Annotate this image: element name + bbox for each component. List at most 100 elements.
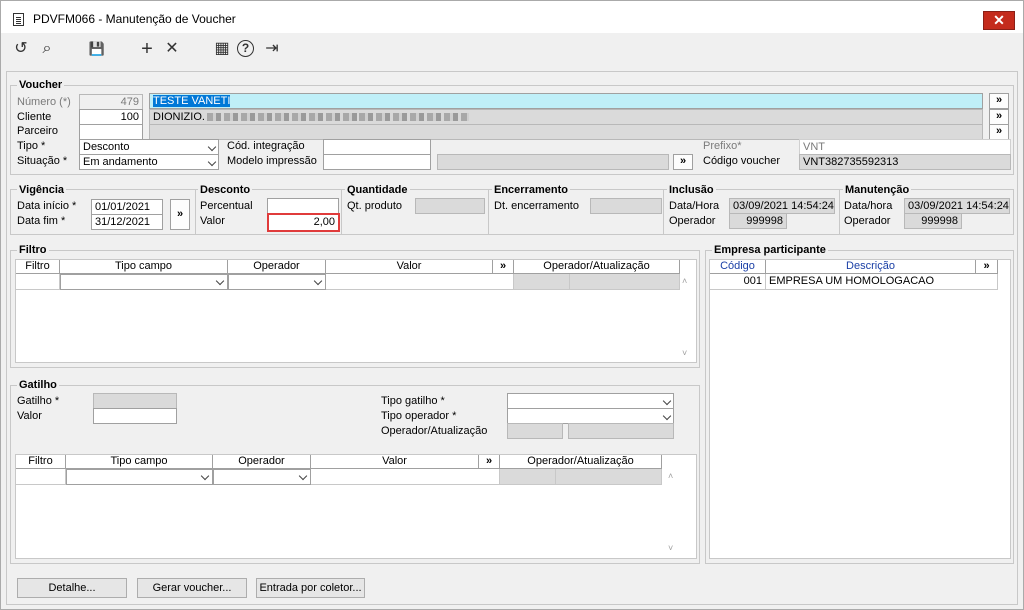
tipo-gatilho-label: Tipo gatilho * bbox=[381, 395, 445, 407]
gatilho-valor-cell[interactable] bbox=[311, 469, 500, 485]
redacted-text bbox=[358, 113, 469, 122]
situacao-select[interactable]: Em andamento bbox=[79, 154, 219, 170]
add-icon[interactable]: + bbox=[137, 39, 157, 59]
divider bbox=[195, 189, 196, 235]
gatilho-tipo-campo-select[interactable] bbox=[66, 469, 213, 485]
divider bbox=[839, 189, 840, 235]
chevron-down-icon bbox=[662, 411, 672, 421]
empresa-row-codigo[interactable]: 001 bbox=[710, 274, 766, 290]
main-panel: Voucher Número (*) 479 TESTE VANETI » Cl… bbox=[6, 71, 1018, 605]
qt-produto-label: Qt. produto bbox=[347, 200, 403, 212]
codigo-voucher-field: VNT382735592313 bbox=[799, 154, 1011, 170]
empresa-title: Empresa participante bbox=[712, 244, 828, 256]
gatilho-valor-field[interactable] bbox=[93, 408, 177, 424]
gatilho-col-filtro[interactable]: Filtro bbox=[16, 455, 66, 469]
filtro-col-valor[interactable]: Valor bbox=[326, 260, 493, 274]
gatilho-col-valor[interactable]: Valor bbox=[311, 455, 479, 469]
search-icon[interactable]: ⌕ bbox=[37, 39, 57, 59]
vigencia-more-button[interactable]: » bbox=[170, 199, 190, 230]
data-inicio-field[interactable]: 01/01/2021 bbox=[91, 199, 163, 215]
prefixo-label: Prefixo* bbox=[703, 140, 742, 152]
cliente-lookup-button[interactable]: » bbox=[989, 109, 1009, 125]
empresa-col-codigo[interactable]: Código bbox=[710, 260, 766, 274]
gatilho-filtro-cell[interactable] bbox=[16, 469, 66, 485]
gatilho-col-more[interactable]: » bbox=[479, 455, 500, 469]
numero-field[interactable]: 479 bbox=[79, 94, 143, 110]
modelo-impressao-lookup-button[interactable]: » bbox=[673, 154, 693, 170]
chevron-down-icon bbox=[662, 396, 672, 406]
inclusao-operador-field: 999998 bbox=[729, 213, 787, 229]
filtro-col-filtro[interactable]: Filtro bbox=[16, 260, 60, 274]
numero-description-field[interactable]: TESTE VANETI bbox=[149, 93, 983, 109]
filtro-operador-select[interactable] bbox=[228, 274, 326, 290]
valor-field[interactable]: 2,00 bbox=[267, 213, 340, 232]
scroll-up-icon[interactable]: ˄ bbox=[682, 276, 696, 286]
tipo-gatilho-select[interactable] bbox=[507, 393, 674, 409]
vigencia-title: Vigência bbox=[17, 184, 67, 196]
filtro-title: Filtro bbox=[17, 244, 49, 256]
filtro-valor-cell[interactable] bbox=[326, 274, 514, 290]
divider bbox=[488, 189, 489, 235]
filtro-col-tipo-campo[interactable]: Tipo campo bbox=[60, 260, 228, 274]
modelo-impressao-field[interactable] bbox=[323, 154, 431, 170]
filtro-grid: Filtro Tipo campo Operador Valor » Opera… bbox=[15, 259, 697, 363]
manutencao-datahora-field: 03/09/2021 14:54:24 bbox=[904, 198, 1010, 214]
filtro-cell[interactable] bbox=[16, 274, 60, 290]
delete-icon[interactable]: ✕ bbox=[162, 39, 182, 59]
chevron-down-icon bbox=[200, 471, 210, 481]
filtro-col-operador[interactable]: Operador bbox=[228, 260, 326, 274]
cliente-label: Cliente bbox=[17, 111, 52, 123]
empresa-col-more[interactable]: » bbox=[976, 260, 998, 274]
empresa-col-descricao[interactable]: Descrição bbox=[766, 260, 976, 274]
encerramento-title: Encerramento bbox=[492, 184, 570, 196]
numero-lookup-button[interactable]: » bbox=[989, 93, 1009, 109]
modelo-impressao-label: Modelo impressão bbox=[227, 155, 317, 167]
gatilho-operador-atualizacao-label: Operador/Atualização bbox=[381, 425, 488, 437]
gatilho-operador-select[interactable] bbox=[213, 469, 311, 485]
filtro-col-operador-atualizacao[interactable]: Operador/Atualização bbox=[514, 260, 680, 274]
inclusao-title: Inclusão bbox=[667, 184, 716, 196]
undo-icon[interactable]: ↺ bbox=[11, 39, 31, 59]
cliente-field[interactable]: 100 bbox=[79, 109, 143, 125]
data-fim-field[interactable]: 31/12/2021 bbox=[91, 214, 163, 230]
scroll-down-icon[interactable]: ˅ bbox=[682, 348, 696, 358]
empresa-grid: Código Descrição » 001 EMPRESA UM HOMOLO… bbox=[709, 259, 1011, 559]
filtro-op-cell bbox=[514, 274, 570, 290]
tipo-operador-select[interactable] bbox=[507, 408, 674, 424]
data-fim-label: Data fim * bbox=[17, 215, 66, 227]
entrada-coletor-button[interactable]: Entrada por coletor... bbox=[256, 578, 365, 598]
scroll-down-icon[interactable]: ˅ bbox=[668, 543, 682, 553]
chevron-down-icon bbox=[215, 276, 225, 286]
gatilho-col-operador[interactable]: Operador bbox=[213, 455, 311, 469]
gatilho-grid: Filtro Tipo campo Operador Valor » Opera… bbox=[15, 454, 697, 559]
redacted-text bbox=[206, 113, 357, 122]
filtro-col-more[interactable]: » bbox=[493, 260, 514, 274]
modelo-impressao-description bbox=[437, 154, 669, 170]
prefixo-field: VNT bbox=[799, 139, 1011, 155]
tipo-select[interactable]: Desconto bbox=[79, 139, 219, 155]
data-inicio-label: Data início * bbox=[17, 200, 77, 212]
detalhe-button[interactable]: Detalhe... bbox=[17, 578, 127, 598]
close-button[interactable]: ✕ bbox=[983, 11, 1015, 30]
numero-description-text: TESTE VANETI bbox=[153, 95, 231, 107]
percentual-field[interactable] bbox=[267, 198, 339, 214]
tipo-value: Desconto bbox=[83, 141, 130, 153]
filtro-tipo-campo-select[interactable] bbox=[60, 274, 228, 290]
save-icon[interactable]: 💾 bbox=[87, 39, 107, 59]
gatilho-op-field bbox=[507, 423, 563, 439]
gatilho-col-operador-atualizacao[interactable]: Operador/Atualização bbox=[500, 455, 662, 469]
empresa-row-descricao[interactable]: EMPRESA UM HOMOLOGACAO bbox=[766, 274, 998, 290]
scroll-up-icon[interactable]: ˄ bbox=[668, 471, 682, 481]
help-icon[interactable]: ? bbox=[237, 40, 254, 57]
cod-integracao-field[interactable] bbox=[323, 139, 431, 155]
manutencao-operador-field: 999998 bbox=[904, 213, 962, 229]
title-bar: PDVFM066 - Manutenção de Voucher ✕ bbox=[1, 1, 1023, 33]
calendar-icon[interactable]: ▦ bbox=[212, 39, 232, 59]
cliente-description-field: DIONIZIO. bbox=[149, 109, 983, 125]
parceiro-field[interactable] bbox=[79, 124, 143, 140]
gatilho-col-tipo-campo[interactable]: Tipo campo bbox=[66, 455, 213, 469]
gerar-voucher-button[interactable]: Gerar voucher... bbox=[137, 578, 247, 598]
parceiro-lookup-button[interactable]: » bbox=[989, 124, 1009, 140]
exit-icon[interactable]: ⇥ bbox=[262, 39, 282, 59]
gatilho-title: Gatilho bbox=[17, 379, 59, 391]
